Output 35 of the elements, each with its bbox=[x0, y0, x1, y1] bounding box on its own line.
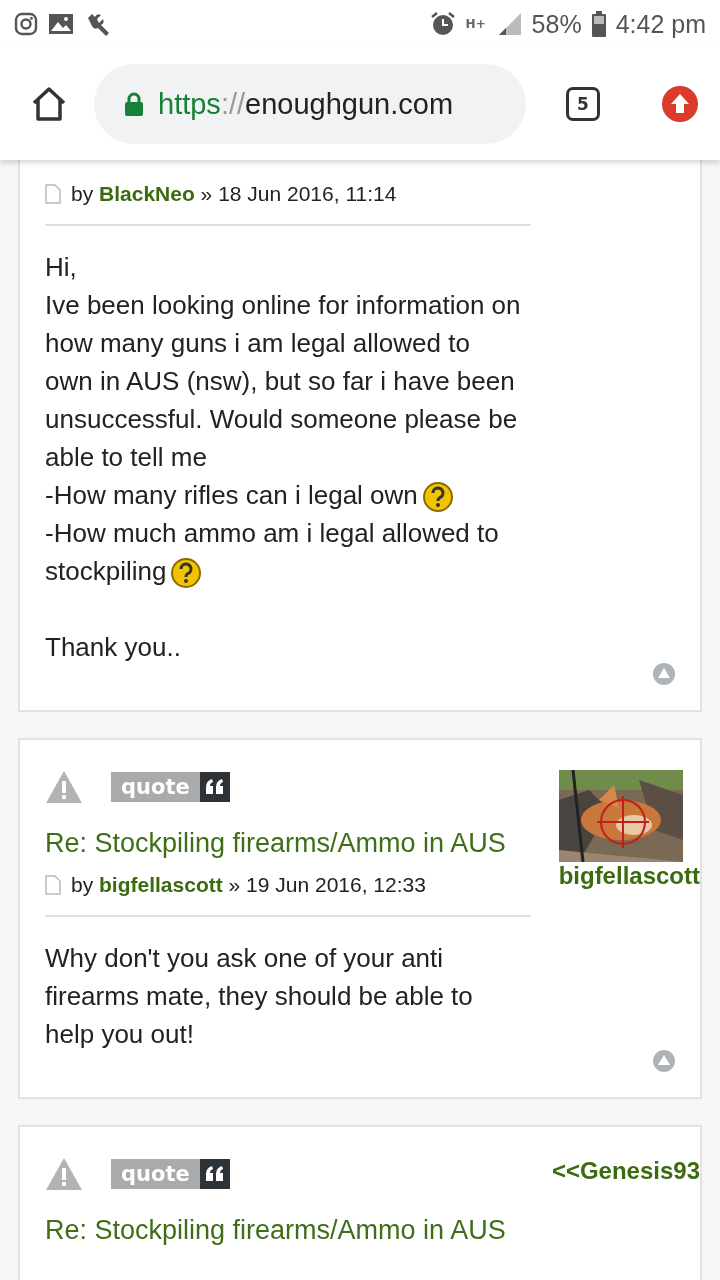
url-text: https://enoughgun.com bbox=[158, 87, 454, 121]
author-link[interactable]: bigfellascott bbox=[99, 873, 223, 896]
image-icon bbox=[48, 12, 74, 36]
post-text: Hi, bbox=[45, 252, 77, 282]
battery-icon bbox=[591, 11, 606, 37]
post-text: Thank you.. bbox=[45, 632, 181, 662]
author-link[interactable]: BlackNeo bbox=[99, 182, 195, 205]
post-byline: by bigfellascott » 19 Jun 2016, 12:33 bbox=[71, 873, 426, 897]
document-icon bbox=[45, 875, 61, 895]
upload-icon[interactable] bbox=[662, 86, 698, 122]
post-text: -How many rifles can i legal own bbox=[45, 480, 418, 510]
scroll-top-icon[interactable] bbox=[652, 1049, 676, 1073]
post-text: Why don't you ask one of your anti firearms mate, they should be able to help you out! bbox=[45, 943, 473, 1049]
post-title[interactable]: Re: Stockpiling firearms/Ammo in AUS bbox=[45, 1215, 524, 1246]
post-title[interactable]: Re: Stockpiling firearms/Ammo in AUS bbox=[45, 828, 531, 859]
clock: 4:42 pm bbox=[615, 9, 706, 39]
address-field[interactable]: https://enoughgun.com bbox=[94, 64, 526, 144]
signal-icon bbox=[497, 12, 522, 36]
document-icon bbox=[45, 184, 61, 204]
battery-percent: 58% bbox=[531, 9, 582, 39]
tab-count-button[interactable]: 5 bbox=[566, 87, 600, 121]
post-text: stockpiling bbox=[45, 556, 167, 586]
warning-icon[interactable] bbox=[45, 1157, 83, 1191]
home-icon[interactable] bbox=[30, 85, 68, 123]
lock-icon bbox=[124, 92, 144, 116]
scroll-top-icon[interactable] bbox=[652, 662, 676, 686]
post-text: -How much ammo am i legal allowed to bbox=[45, 518, 499, 548]
poster-name[interactable]: bigfellascott bbox=[558, 862, 700, 890]
post-text: Ive been looking online for information on how many guns i am legal allowed to own in AUS (nsw), but so far i have been unsuccessful. Would someone please be able to tell me bbox=[45, 290, 521, 472]
alarm-icon bbox=[429, 11, 456, 37]
network-type: H+ bbox=[465, 18, 487, 30]
camera-app-icon bbox=[14, 12, 38, 36]
poster-name[interactable]: <<Genesis93 bbox=[551, 1157, 700, 1185]
post-byline: by BlackNeo » 18 Jun 2016, 11:14 bbox=[71, 182, 397, 206]
warning-icon[interactable] bbox=[45, 770, 83, 804]
